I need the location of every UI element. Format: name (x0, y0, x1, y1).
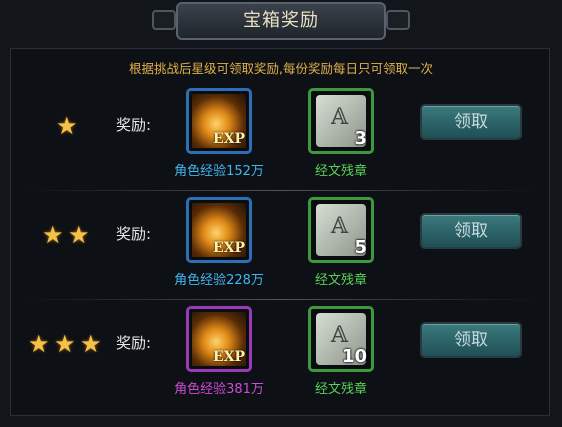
reward-row-2: ★ ★ 奖励: EXP 角色经验228万 𝔸 5 经文残章 领取 (14, 193, 546, 297)
item-count: 3 (354, 128, 367, 149)
exp-caption: 角色经验152万 (174, 164, 264, 179)
item-reward-slot[interactable]: 𝔸 10 (308, 306, 374, 372)
item-caption: 经文残章 (314, 382, 367, 397)
claim-button[interactable]: 领取 (420, 213, 522, 249)
reward-row-3: ★ ★ ★ 奖励: EXP 角色经验381万 𝔸 10 经文残章 领取 (14, 302, 546, 406)
star-rating-2: ★ ★ (42, 223, 92, 249)
claim-button[interactable]: 领取 (420, 104, 522, 140)
reward-row-1: ★ 奖励: EXP 角色经验152万 𝔸 3 经文残章 领取 (14, 84, 546, 188)
item-caption: 经文残章 (314, 164, 367, 179)
exp-reward-slot[interactable]: EXP (186, 88, 252, 154)
panel-title: 宝箱奖励 (176, 2, 386, 40)
item-reward-slot[interactable]: 𝔸 3 (308, 88, 374, 154)
star-icon: ★ (56, 112, 78, 140)
exp-icon-text: EXP (212, 131, 245, 147)
exp-caption: 角色经验381万 (174, 382, 264, 397)
item-caption: 经文残章 (314, 273, 367, 288)
claim-button[interactable]: 领取 (420, 322, 522, 358)
exp-icon-text: EXP (212, 349, 245, 365)
reward-panel: 宝箱奖励 根据挑战后星级可领取奖励,每份奖励每日只可领取一次 ★ 奖励: EXP… (0, 0, 562, 427)
row-divider (22, 190, 540, 191)
reward-label: 奖励: (116, 225, 152, 243)
exp-reward-slot[interactable]: EXP (186, 197, 252, 263)
exp-caption: 角色经验228万 (174, 273, 264, 288)
title-ornament-right (386, 10, 410, 30)
reward-label: 奖励: (116, 334, 152, 352)
star-icon: ★ (80, 330, 102, 358)
star-icon: ★ (68, 221, 90, 249)
item-reward-slot[interactable]: 𝔸 5 (308, 197, 374, 263)
item-count: 5 (354, 237, 367, 258)
star-icon: ★ (42, 221, 64, 249)
instruction-text: 根据挑战后星级可领取奖励,每份奖励每日只可领取一次 (129, 61, 433, 76)
exp-icon-text: EXP (212, 240, 245, 256)
exp-reward-slot[interactable]: EXP (186, 306, 252, 372)
item-count: 10 (341, 346, 367, 367)
star-icon: ★ (54, 330, 76, 358)
star-rating-1: ★ (56, 114, 80, 140)
title-ornament-left (152, 10, 176, 30)
star-icon: ★ (28, 330, 50, 358)
reward-label: 奖励: (116, 116, 152, 134)
row-divider (22, 299, 540, 300)
star-rating-3: ★ ★ ★ (28, 332, 104, 358)
